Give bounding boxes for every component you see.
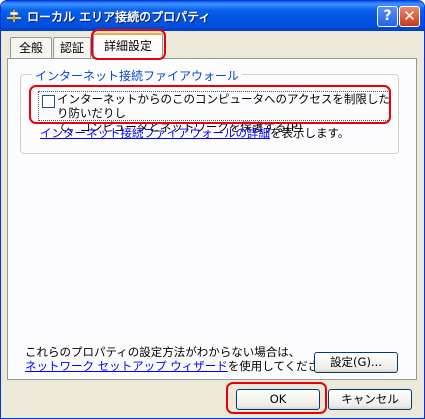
checkbox-label-line1: インターネットからのこのコンピュータへのアクセスを制限したり防いだりし: [57, 92, 390, 120]
settings-button[interactable]: 設定(G)...: [314, 352, 398, 373]
close-button[interactable]: ✕: [399, 6, 420, 27]
firewall-checkbox-row[interactable]: インターネットからのこのコンピュータへのアクセスを制限したり防いだりし て、コン…: [38, 91, 390, 134]
firewall-group-title: インターネット接続ファイアウォール: [32, 67, 243, 84]
window-title: ローカル エリア接続のプロパティ: [27, 10, 211, 24]
ok-button[interactable]: OK: [236, 389, 320, 410]
help-text: これらのプロパティの設定方法がわからない場合は、 ネットワーク セットアップ ウ…: [25, 345, 342, 373]
tab-general[interactable]: 全般: [10, 37, 52, 58]
firewall-details-link[interactable]: インターネット接続ファイアウォールの詳細: [40, 126, 270, 140]
help-button[interactable]: ?: [377, 6, 398, 27]
network-connection-icon: [7, 10, 21, 22]
firewall-checkbox[interactable]: [42, 95, 55, 108]
firewall-details-suffix: を表示します。: [270, 126, 350, 140]
tab-authentication[interactable]: 認証: [53, 37, 91, 58]
help-line1: これらのプロパティの設定方法がわからない場合は、: [25, 345, 301, 359]
tab-advanced[interactable]: 詳細設定: [93, 33, 163, 59]
firewall-details-line: インターネット接続ファイアウォールの詳細を表示します。: [40, 125, 349, 141]
title-bar[interactable]: ローカル エリア接続のプロパティ ? ✕: [1, 1, 424, 31]
network-setup-wizard-link[interactable]: ネットワーク セットアップ ウィザード: [25, 359, 228, 373]
cancel-button[interactable]: キャンセル: [328, 389, 412, 410]
